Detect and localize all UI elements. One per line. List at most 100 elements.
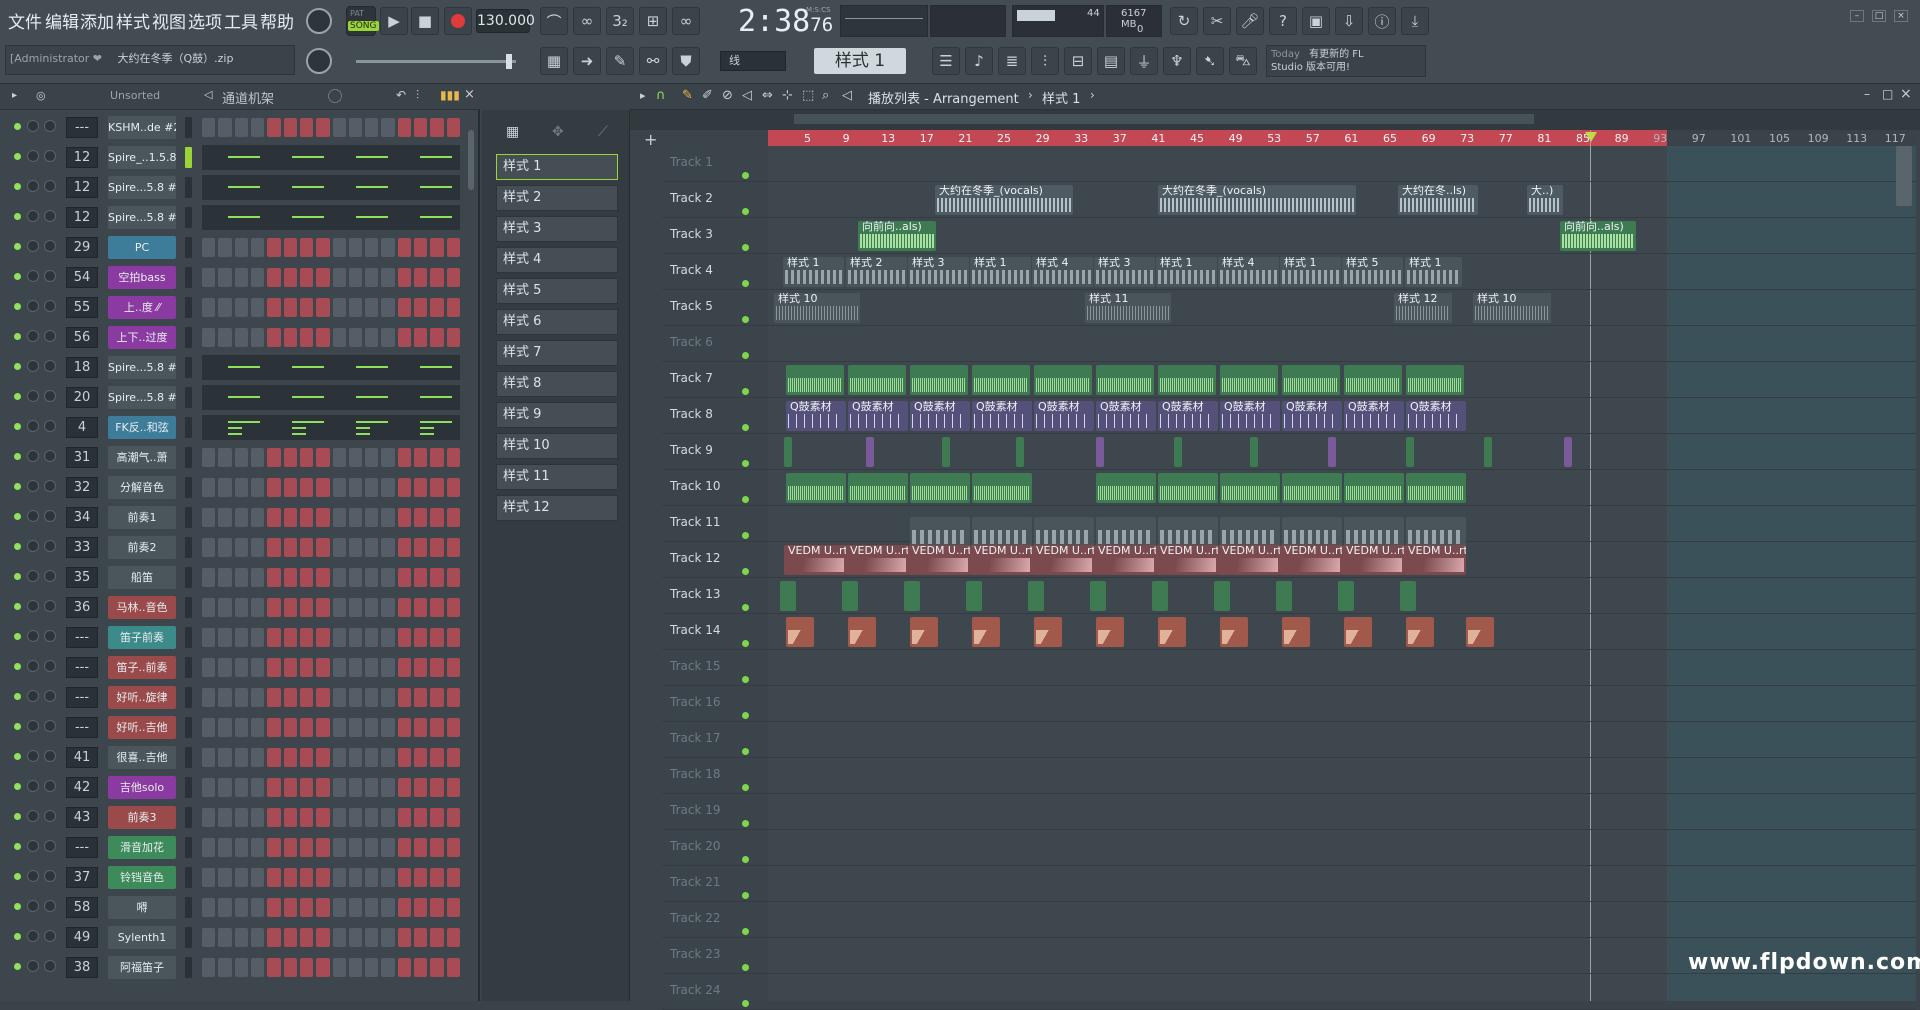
channel-button[interactable]: Spire_..1.5.8: [108, 146, 176, 169]
step-button[interactable]: [316, 658, 330, 677]
step-button[interactable]: [250, 718, 265, 737]
mixer-track-number[interactable]: 34: [66, 507, 98, 528]
step-button[interactable]: [283, 898, 297, 917]
step-button[interactable]: [414, 268, 428, 287]
step-button[interactable]: [267, 658, 281, 677]
playlist-clip[interactable]: 样式 1: [1405, 257, 1462, 287]
playlist-clip[interactable]: [848, 473, 908, 503]
step-button[interactable]: [430, 298, 444, 317]
playlist-clip[interactable]: 样式 3: [1094, 257, 1155, 287]
playlist-clip[interactable]: [1220, 365, 1278, 395]
channel-volume-knob[interactable]: [44, 540, 56, 552]
step-button[interactable]: [234, 808, 248, 827]
step-button[interactable]: [234, 328, 248, 347]
step-button[interactable]: [414, 598, 428, 617]
channel-pan-knob[interactable]: [27, 360, 39, 372]
playlist-clip[interactable]: [972, 517, 1032, 547]
step-button[interactable]: [381, 748, 395, 767]
step-button[interactable]: [332, 688, 346, 707]
options-icon[interactable]: ◎: [36, 89, 46, 102]
channel-volume-knob[interactable]: [44, 960, 56, 972]
step-button[interactable]: [283, 628, 297, 647]
step-button[interactable]: [365, 118, 379, 137]
step-button[interactable]: [414, 808, 428, 827]
step-button[interactable]: [397, 628, 412, 647]
track-mute-led[interactable]: [742, 784, 749, 791]
channel-enable-led[interactable]: [14, 393, 21, 400]
step-button[interactable]: [250, 898, 265, 917]
mixer-track-number[interactable]: 56: [66, 327, 98, 348]
step-button[interactable]: [299, 538, 314, 557]
step-button[interactable]: [414, 688, 428, 707]
step-button[interactable]: [234, 718, 248, 737]
pattern-item[interactable]: 样式 4: [496, 247, 618, 273]
playlist-clip[interactable]: [972, 473, 1032, 503]
step-button[interactable]: [250, 568, 265, 587]
step-button[interactable]: [202, 298, 216, 317]
playlist-clip[interactable]: [1090, 581, 1106, 611]
step-button[interactable]: [299, 958, 314, 977]
step-button[interactable]: [332, 658, 346, 677]
step-button[interactable]: [202, 328, 216, 347]
step-button[interactable]: [250, 928, 265, 947]
mute-tool-icon[interactable]: ◁: [742, 88, 752, 103]
channel-volume-knob[interactable]: [44, 930, 56, 942]
channel-volume-knob[interactable]: [44, 900, 56, 912]
mixer-track-number[interactable]: ---: [66, 687, 98, 708]
step-button[interactable]: [414, 928, 428, 947]
playlist-clip[interactable]: [1406, 617, 1434, 647]
step-button[interactable]: [202, 268, 216, 287]
playlist-clip[interactable]: [842, 581, 858, 611]
slider-handle[interactable]: [506, 54, 512, 69]
channel-select[interactable]: [185, 687, 192, 708]
step-button[interactable]: [316, 718, 330, 737]
channel-button[interactable]: 嘚: [108, 896, 176, 919]
plugin-button[interactable]: ⏚: [1130, 47, 1158, 75]
playlist-clip[interactable]: [1406, 365, 1464, 395]
channel-select[interactable]: [185, 957, 192, 978]
step-sequencer[interactable]: [202, 928, 460, 947]
step-button[interactable]: [267, 328, 281, 347]
pattern-item[interactable]: 样式 7: [496, 340, 618, 366]
step-button[interactable]: [299, 628, 314, 647]
playlist-clip[interactable]: [1016, 437, 1024, 467]
channel-pan-knob[interactable]: [27, 240, 39, 252]
playlist-clip[interactable]: [866, 437, 874, 467]
step-button[interactable]: [283, 808, 297, 827]
step-button[interactable]: [381, 808, 395, 827]
typing-keyboard-button[interactable]: ⌒: [540, 7, 568, 35]
step-button[interactable]: [365, 808, 379, 827]
playlist-clip[interactable]: VEDM U..rt_1: [846, 545, 908, 575]
step-button[interactable]: [332, 778, 346, 797]
playlist-clip[interactable]: 大约在冬季_(vocals): [935, 185, 1073, 215]
step-button[interactable]: [446, 838, 460, 857]
playlist-clip[interactable]: 大约在冬..ls): [1398, 185, 1478, 215]
step-button[interactable]: [299, 838, 314, 857]
channel-volume-knob[interactable]: [44, 720, 56, 732]
step-button[interactable]: [414, 658, 428, 677]
step-sequencer[interactable]: [202, 868, 460, 887]
menu-item[interactable]: 视图: [152, 8, 186, 33]
channel-pan-knob[interactable]: [27, 180, 39, 192]
step-sequencer[interactable]: [202, 568, 460, 587]
channel-select[interactable]: [185, 567, 192, 588]
playlist-clip[interactable]: Q鼓素材: [910, 401, 970, 431]
playlist-close-icon[interactable]: ×: [1900, 86, 1912, 102]
step-button[interactable]: [202, 598, 216, 617]
step-button[interactable]: [332, 118, 346, 137]
step-button[interactable]: [446, 958, 460, 977]
step-button[interactable]: [365, 958, 379, 977]
step-button[interactable]: [218, 718, 232, 737]
step-button[interactable]: [430, 688, 444, 707]
channel-row[interactable]: 54 空拍bass: [0, 262, 480, 292]
channel-select[interactable]: [185, 207, 192, 228]
step-button[interactable]: [283, 118, 297, 137]
playlist-clip[interactable]: VEDM U..rt_1: [784, 545, 846, 575]
step-button[interactable]: [397, 808, 412, 827]
playlist-clip[interactable]: 样式 5: [1342, 257, 1403, 287]
playlist-clip[interactable]: 样式 10: [1473, 293, 1551, 323]
channel-select[interactable]: [185, 867, 192, 888]
step-button[interactable]: [316, 448, 330, 467]
step-button[interactable]: [365, 328, 379, 347]
playlist-clip[interactable]: [1174, 437, 1182, 467]
